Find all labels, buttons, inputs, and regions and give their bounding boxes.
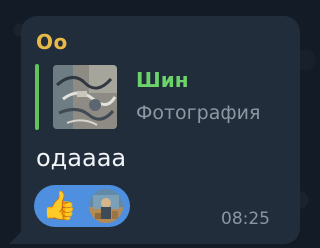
user-avatar-icon: [89, 189, 123, 223]
sender-name[interactable]: Оо: [36, 30, 68, 54]
thumbs-up-icon: 👍: [42, 189, 77, 222]
message-time: 08:25: [221, 209, 270, 229]
photo-thumbnail-icon: [53, 65, 117, 129]
reply-preview[interactable]: Шин Фотография: [35, 64, 287, 132]
reply-media-type: Фотография: [136, 102, 261, 124]
reply-accent-bar: [35, 64, 39, 130]
message-text: одаааа: [36, 144, 127, 172]
reply-author: Шин: [136, 68, 189, 92]
reaction-pill[interactable]: 👍: [34, 185, 130, 227]
